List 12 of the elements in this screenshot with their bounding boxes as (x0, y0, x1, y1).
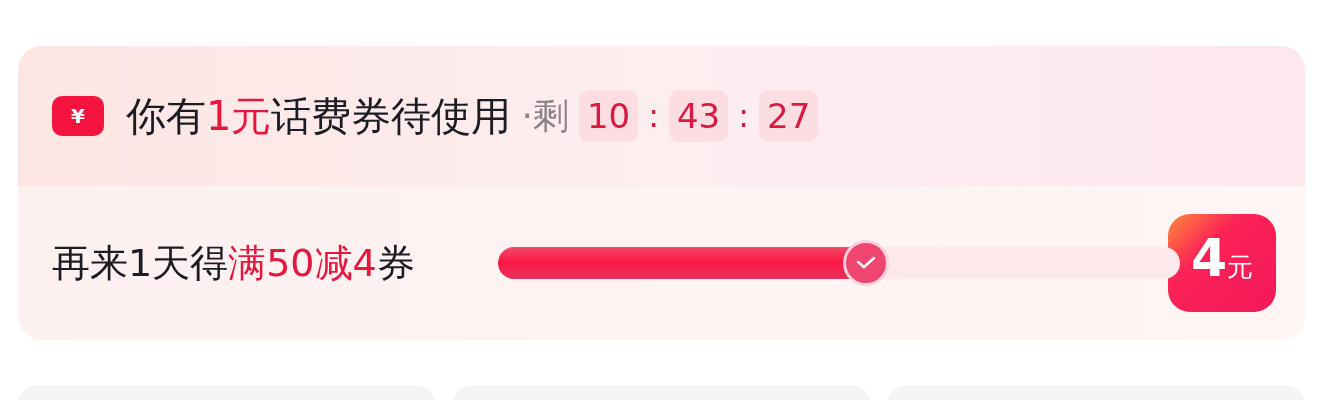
countdown-digits: 43 (668, 90, 729, 142)
countdown-separator: : (738, 97, 749, 135)
remaining-label: ·剩 (521, 93, 569, 138)
coupon-title: 你有1元话费券待使用 (126, 91, 512, 141)
yuan-icon: ¥ (52, 96, 104, 136)
countdown-digits: 10 (578, 90, 639, 142)
countdown-separator: : (648, 97, 659, 135)
progress-label: 再来1天得满50减4券 (52, 239, 416, 287)
countdown-digits: 27 (759, 90, 819, 142)
reward-unit: 元 (1227, 254, 1254, 280)
reward-amount: 4 (1190, 232, 1228, 284)
check-icon (856, 256, 877, 270)
